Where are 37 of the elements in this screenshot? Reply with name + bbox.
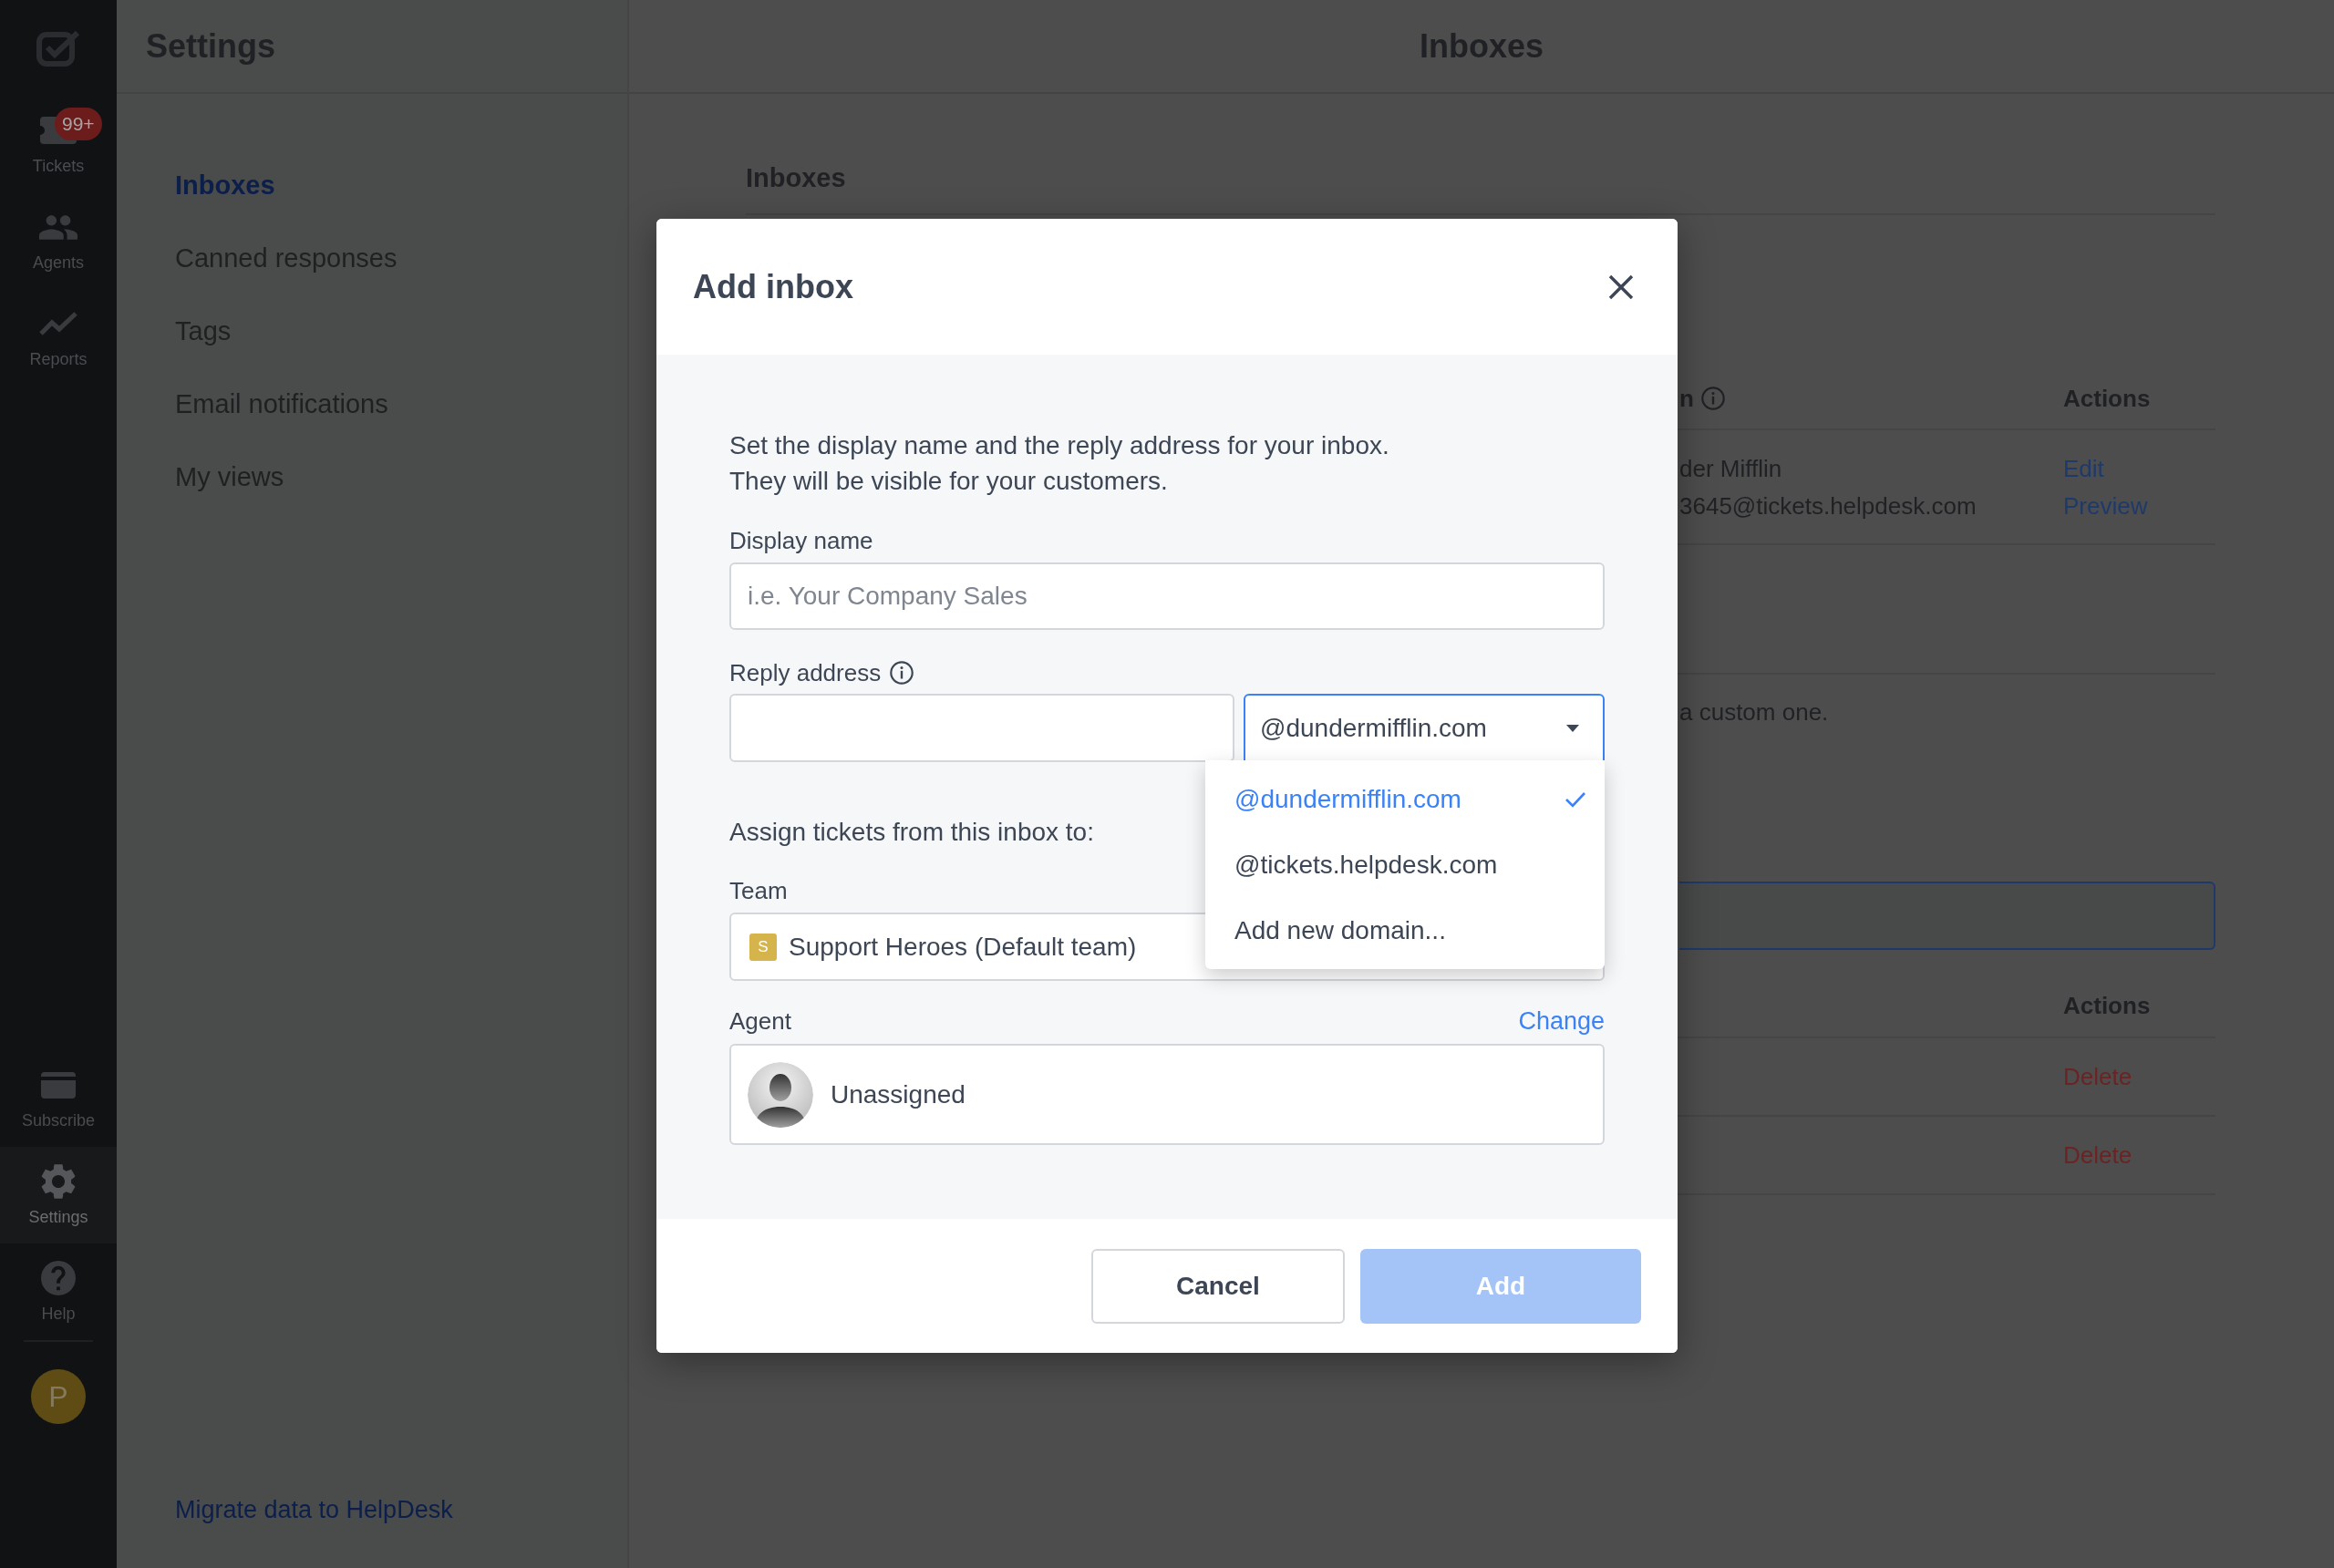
rail-nav-item[interactable]: Reports bbox=[0, 289, 117, 386]
card-icon bbox=[41, 1071, 76, 1099]
section-heading: Assign tickets from this inbox to: bbox=[729, 817, 1095, 848]
agent-select[interactable]: Unassigned bbox=[729, 1044, 1605, 1145]
field-label: Team bbox=[729, 876, 788, 906]
notification-badge: 99+ bbox=[55, 108, 102, 140]
menu-item[interactable]: @dundermifflin.com bbox=[1205, 767, 1605, 832]
settings-icon bbox=[41, 1163, 76, 1200]
settings-nav-item[interactable]: Inboxes bbox=[175, 167, 275, 203]
user-avatar[interactable]: P bbox=[31, 1369, 86, 1424]
rail-nav-item[interactable]: Subscribe bbox=[0, 1050, 117, 1147]
domain-select[interactable]: @dundermifflin.com bbox=[1244, 694, 1605, 762]
person-silhouette-icon bbox=[748, 1061, 813, 1128]
field-label: Display name bbox=[729, 526, 873, 556]
check-icon bbox=[1565, 791, 1586, 808]
logo-icon bbox=[36, 28, 81, 67]
field-label: Agent bbox=[729, 1006, 791, 1037]
change-link[interactable]: Change bbox=[1518, 1004, 1605, 1038]
reply-address-input[interactable] bbox=[729, 694, 1234, 762]
intro-text: Set the display name and the reply address for your inbox. They will be visible for your customers. bbox=[729, 430, 1390, 497]
migrate-link[interactable]: Migrate data to HelpDesk bbox=[175, 1496, 453, 1523]
dialog-title: Add inbox bbox=[693, 267, 853, 306]
caret-icon bbox=[1566, 724, 1579, 732]
menu-item[interactable]: @tickets.helpdesk.com bbox=[1205, 832, 1605, 898]
field-label: Reply address bbox=[729, 658, 882, 688]
rail-nav-item[interactable]: Agents bbox=[0, 192, 117, 289]
team-initial-badge: S bbox=[749, 933, 777, 961]
trend-line-icon bbox=[39, 311, 77, 336]
people-icon bbox=[39, 214, 77, 240]
display-name-input[interactable]: i.e. Your Company Sales bbox=[729, 562, 1605, 630]
rail-nav-item[interactable]: 99+ Tickets bbox=[0, 96, 117, 192]
rail-nav-item[interactable]: Settings bbox=[0, 1147, 117, 1243]
input-field[interactable] bbox=[1679, 882, 2215, 950]
close-icon bbox=[1607, 273, 1635, 301]
rail-nav-item[interactable]: Help bbox=[0, 1243, 117, 1340]
cancel-button[interactable]: Cancel bbox=[1091, 1248, 1345, 1324]
help-icon bbox=[41, 1261, 76, 1295]
